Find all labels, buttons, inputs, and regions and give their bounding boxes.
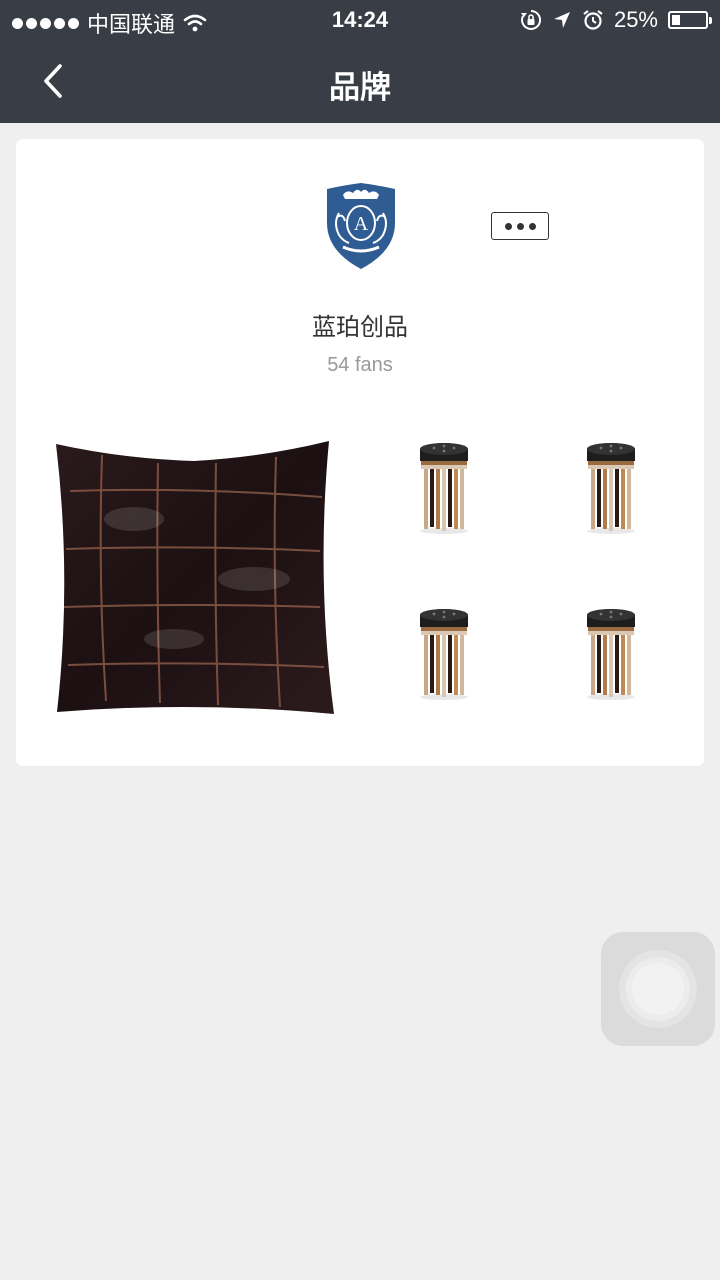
more-button[interactable]: [491, 212, 549, 240]
product-image-stool[interactable]: [414, 605, 474, 705]
logo-letter: A: [354, 213, 369, 235]
more-dots-icon: [504, 222, 512, 230]
battery-fill: [672, 15, 680, 25]
rotation-lock-icon: [520, 9, 541, 30]
alarm-icon: [583, 10, 603, 30]
battery-percent: 25%: [613, 7, 658, 32]
page-title: 品牌: [329, 70, 391, 105]
location-icon: [553, 12, 570, 28]
assistive-touch-button[interactable]: [601, 932, 715, 1046]
brand-card[interactable]: A 蓝珀创品 54 fans: [16, 139, 704, 766]
brand-name: 蓝珀创品: [312, 314, 408, 341]
app-header: 中国联通 14:24 25% 品牌: [0, 0, 720, 123]
product-image-stool[interactable]: [414, 439, 474, 539]
brand-logo: A: [327, 183, 395, 269]
brand-fans-count: 54 fans: [327, 354, 393, 376]
status-bar: 中国联通 14:24 25%: [0, 0, 720, 40]
product-image-pillow[interactable]: [54, 439, 336, 719]
status-right: 25%: [520, 7, 712, 33]
nav-bar: 品牌: [0, 40, 720, 123]
battery-icon: [668, 11, 712, 29]
product-image-stool[interactable]: [581, 605, 641, 705]
product-image-stool[interactable]: [581, 439, 641, 539]
